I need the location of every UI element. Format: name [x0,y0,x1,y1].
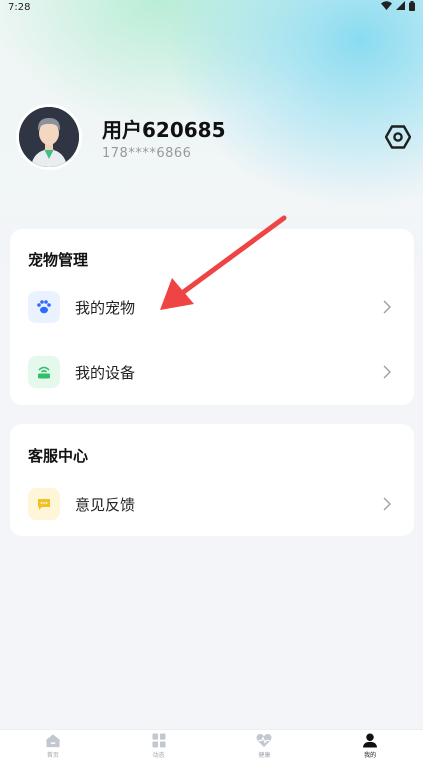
status-bar: 7:28 [0,0,423,14]
chevron-right-icon [383,365,391,379]
feedback-row[interactable]: 意见反馈 [10,479,414,529]
tab-health-label: 健康 [258,752,271,759]
my-devices-row[interactable]: 我的设备 [10,347,414,397]
status-time: 7:28 [8,1,31,13]
paw-icon [28,291,60,323]
tab-profile-label: 我的 [364,752,377,759]
tab-home-label: 首页 [46,752,59,759]
feedback-icon [28,488,60,520]
chevron-right-icon [383,497,391,511]
my-devices-label: 我的设备 [75,363,136,382]
device-icon [28,356,60,388]
settings-button[interactable] [384,124,412,150]
wifi-icon [381,1,392,13]
username: 用户620685 [102,118,226,142]
bottom-tab-bar: 首页 动态 健康 我的 [0,729,423,759]
customer-service-title: 客服中心 [28,447,89,465]
annotation-arrow [160,215,287,310]
home-icon [46,734,60,748]
feedback-label: 意见反馈 [75,495,136,514]
tab-health[interactable]: 健康 [212,730,318,759]
avatar[interactable] [16,104,82,170]
tab-home[interactable]: 首页 [0,730,106,759]
profile-icon [363,733,378,748]
settings-hexagon-icon [384,125,412,149]
profile-header: 用户620685 178****6866 [16,104,412,170]
customer-service-card: 客服中心 意见反馈 [10,424,414,536]
tab-profile[interactable]: 我的 [317,730,423,759]
heart-pulse-icon [256,733,272,748]
signal-icon [396,1,405,13]
my-pets-label: 我的宠物 [75,298,136,317]
pet-management-title: 宠物管理 [28,251,89,269]
tab-feed[interactable]: 动态 [106,730,212,759]
phone-number: 178****6866 [102,146,192,161]
chevron-right-icon [383,300,391,314]
tab-feed-label: 动态 [152,752,165,759]
grid-icon [152,733,166,748]
battery-icon [409,0,415,14]
